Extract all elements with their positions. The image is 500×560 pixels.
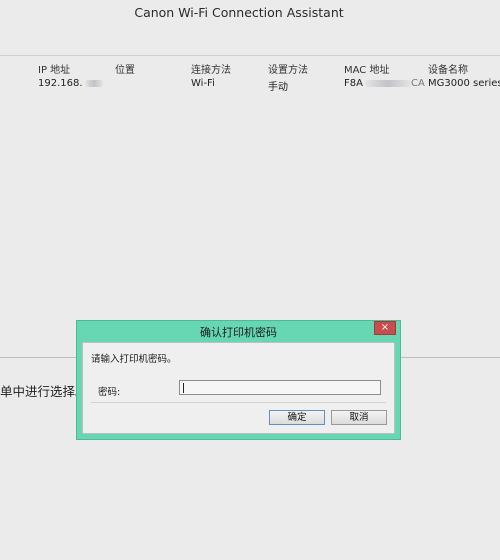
password-label: 密码: <box>98 387 121 398</box>
close-icon: × <box>380 322 390 333</box>
redacted-mark <box>364 79 411 87</box>
column-header-location[interactable]: 位置 <box>115 61 135 76</box>
cell-mac-text: F8A <box>344 78 363 89</box>
dialog-divider <box>91 402 386 403</box>
column-header-mac[interactable]: MAC 地址 <box>344 61 389 76</box>
password-dialog: 确认打印机密码 × 请输入打印机密码。 密码: 确定 取消 <box>76 320 401 440</box>
dialog-prompt: 请输入打印机密码。 <box>91 354 177 365</box>
dialog-title: 确认打印机密码 <box>200 326 277 339</box>
instruction-text: 单中进行选择。 <box>0 384 88 399</box>
cell-device: MG3000 series <box>428 78 500 89</box>
cancel-button[interactable]: 取消 <box>331 410 387 425</box>
dialog-body: 请输入打印机密码。 密码: 确定 取消 <box>82 342 395 434</box>
header-divider <box>0 55 500 56</box>
text-caret <box>183 383 184 393</box>
password-input[interactable] <box>179 380 381 395</box>
column-header-connection[interactable]: 连接方法 <box>191 61 231 76</box>
cell-ip-text: 192.168. <box>38 78 83 89</box>
cell-ip: 192.168. <box>38 78 103 89</box>
ok-button[interactable]: 确定 <box>269 410 325 425</box>
cell-connection: Wi-Fi <box>191 78 215 89</box>
app-title: Canon Wi-Fi Connection Assistant <box>134 5 344 20</box>
redacted-mark <box>84 79 103 87</box>
column-header-device[interactable]: 设备名称 <box>428 61 468 76</box>
cell-setup: 手动 <box>268 82 288 93</box>
column-header-ip[interactable]: IP 地址 <box>38 61 70 76</box>
cell-mac: F8A CA <box>344 78 425 89</box>
cell-mac-tail: CA <box>410 78 425 89</box>
close-button[interactable]: × <box>374 321 396 335</box>
column-header-setup[interactable]: 设置方法 <box>268 61 308 76</box>
dialog-titlebar[interactable]: 确认打印机密码 × <box>77 321 400 341</box>
